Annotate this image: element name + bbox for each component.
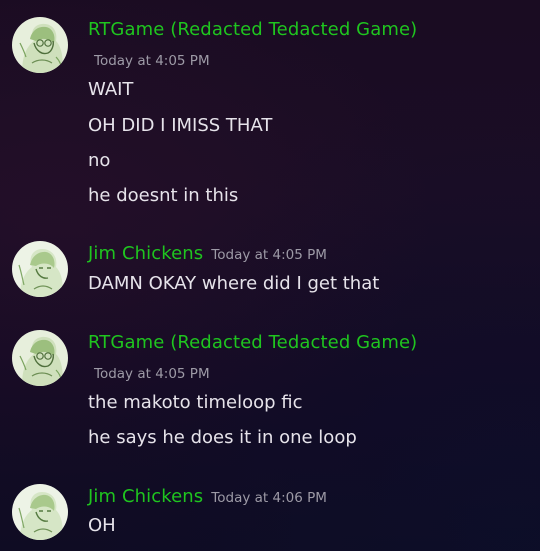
username[interactable]: Jim Chickens [88,243,203,264]
message-text: OH [88,515,116,536]
message-text: DAMN OKAY where did I get that [88,273,380,294]
message-timestamp[interactable]: Today at 4:05 PM [94,53,210,69]
message-text: WAIT [88,79,134,100]
message-text: the makoto timeloop fic [88,392,303,413]
avatar-illustrated-character-icon [12,241,68,297]
username[interactable]: RTGame (Redacted Tedacted Game) [88,332,417,353]
avatar-illustrated-character-icon [12,330,68,386]
message-header: RTGame (Redacted Tedacted Game) [88,19,417,40]
message-text: he doesnt in this [88,185,239,206]
user-avatar[interactable] [12,330,68,386]
message-text: he says he does it in one loop [88,427,357,448]
avatar-illustrated-character-icon [12,17,68,73]
message-header: Jim Chickens Today at 4:06 PM [88,486,327,507]
message-timestamp[interactable]: Today at 4:05 PM [94,366,210,382]
message-header: Jim Chickens Today at 4:05 PM [88,243,327,264]
user-avatar[interactable] [12,484,68,540]
message-timestamp[interactable]: Today at 4:05 PM [211,247,327,263]
username[interactable]: RTGame (Redacted Tedacted Game) [88,19,417,40]
user-avatar[interactable] [12,17,68,73]
message-timestamp[interactable]: Today at 4:06 PM [211,490,327,506]
user-avatar[interactable] [12,241,68,297]
message-header: RTGame (Redacted Tedacted Game) [88,332,417,353]
username[interactable]: Jim Chickens [88,486,203,507]
avatar-illustrated-character-icon [12,484,68,540]
message-text: OH DID I IMISS THAT [88,115,273,136]
message-text: no [88,150,111,171]
